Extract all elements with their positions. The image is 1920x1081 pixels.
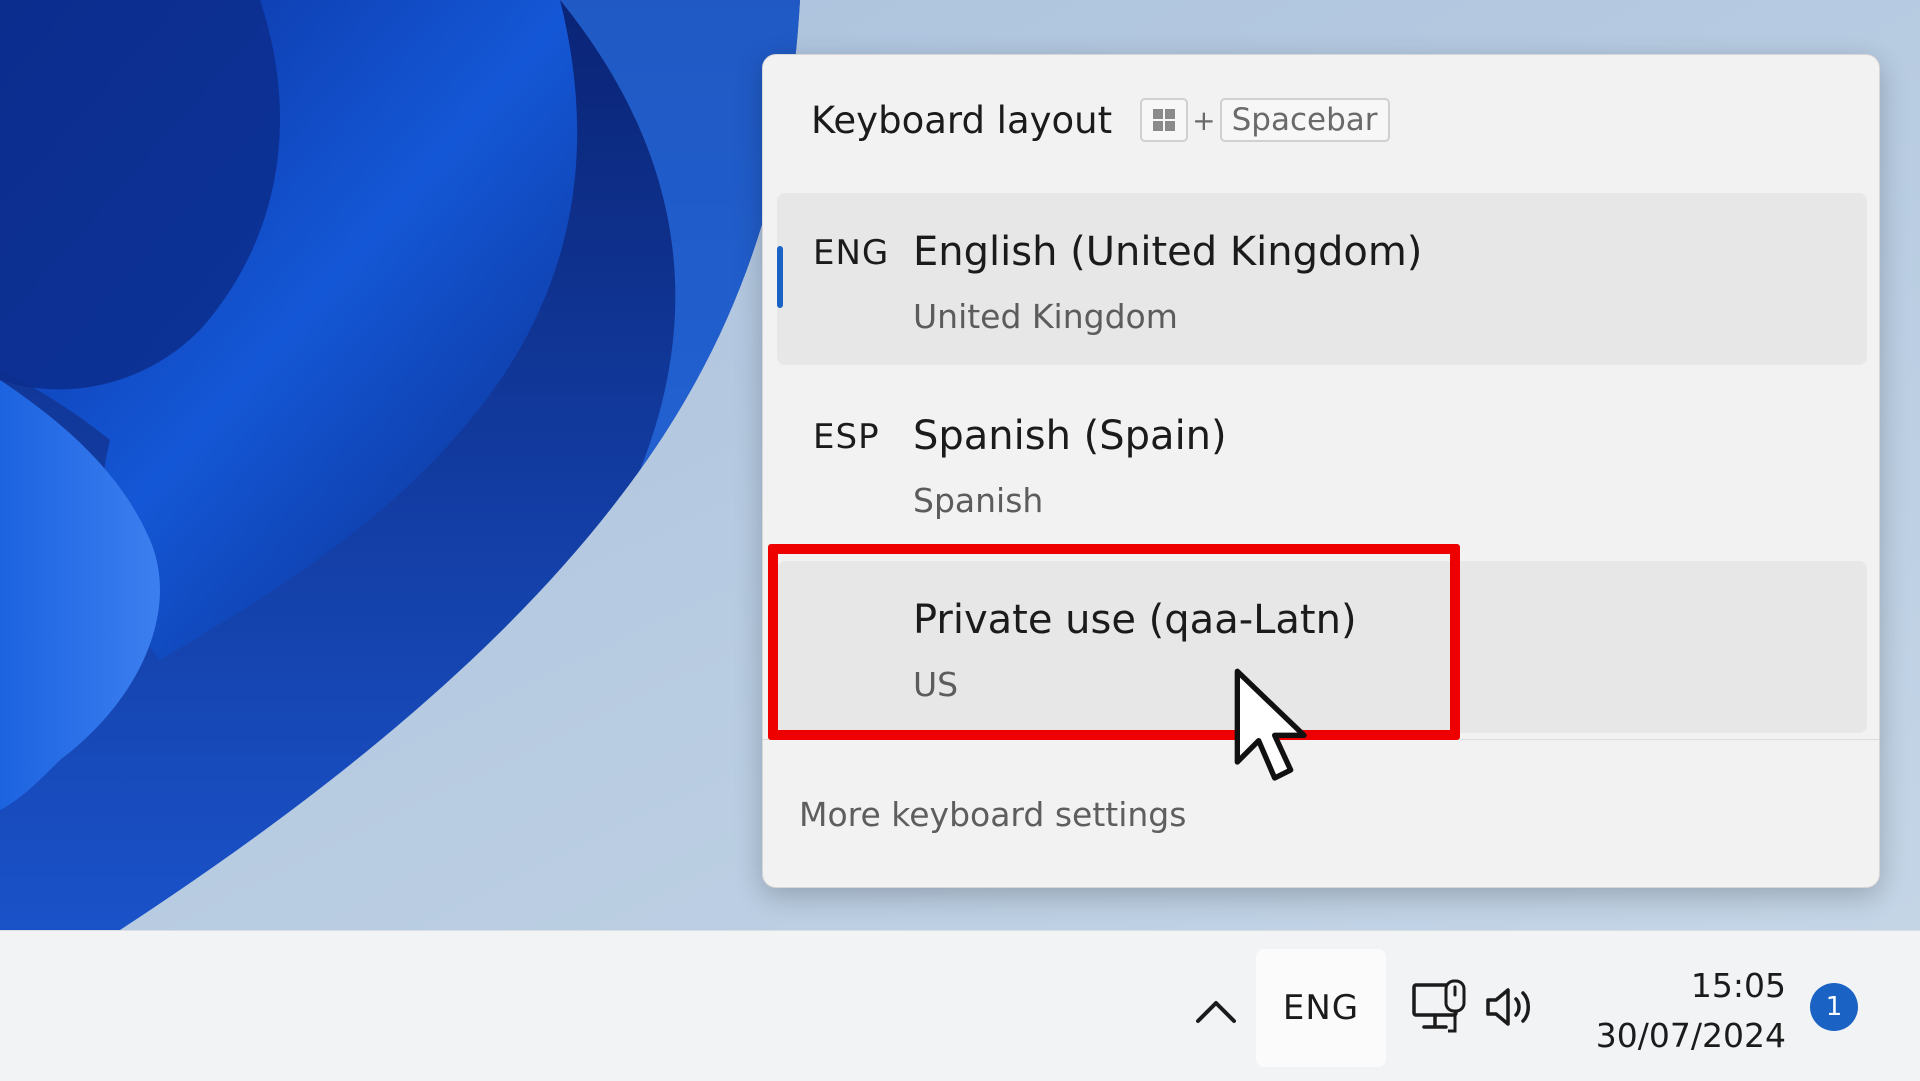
taskbar-clock[interactable]: 15:05 30/07/2024 — [1560, 961, 1786, 1061]
layout-item-spanish-spain[interactable]: ESP Spanish (Spain) Spanish — [777, 377, 1867, 549]
layout-name: Spanish (Spain) — [913, 413, 1227, 459]
layout-name: English (United Kingdom) — [913, 229, 1423, 275]
chevron-up-icon[interactable] — [1188, 987, 1244, 1035]
clock-date: 30/07/2024 — [1595, 1016, 1786, 1055]
flyout-header: Keyboard layout + Spacebar — [811, 93, 1390, 147]
keyboard-layout-flyout: Keyboard layout + Spacebar ENG English (… — [762, 54, 1880, 888]
mouse-cursor-icon — [1234, 668, 1307, 781]
more-keyboard-settings-link[interactable]: More keyboard settings — [799, 795, 1186, 834]
windows-key-icon — [1140, 98, 1189, 142]
flyout-title: Keyboard layout — [811, 98, 1113, 142]
clock-time: 15:05 — [1690, 966, 1786, 1005]
layout-item-english-uk[interactable]: ENG English (United Kingdom) United King… — [777, 193, 1867, 365]
shortcut-plus: + — [1192, 103, 1216, 137]
notification-badge[interactable]: 1 — [1810, 983, 1858, 1031]
layout-keyboard: Spanish — [913, 481, 1044, 520]
flyout-divider — [763, 739, 1879, 740]
layout-item-private-use[interactable]: Private use (qaa-Latn) US — [777, 561, 1867, 733]
layout-keyboard: United Kingdom — [913, 297, 1178, 336]
taskbar: ENG 15:05 30/07/2024 1 — [0, 930, 1920, 1081]
layout-name: Private use (qaa-Latn) — [913, 597, 1357, 643]
volume-icon[interactable] — [1484, 983, 1540, 1031]
input-language-indicator[interactable]: ENG — [1256, 949, 1386, 1067]
selected-indicator — [777, 246, 783, 308]
layout-code: ESP — [813, 417, 880, 457]
network-icon[interactable] — [1410, 979, 1470, 1035]
layout-code: ENG — [813, 233, 890, 273]
spacebar-key: Spacebar — [1219, 98, 1390, 142]
layout-keyboard: US — [913, 665, 959, 704]
